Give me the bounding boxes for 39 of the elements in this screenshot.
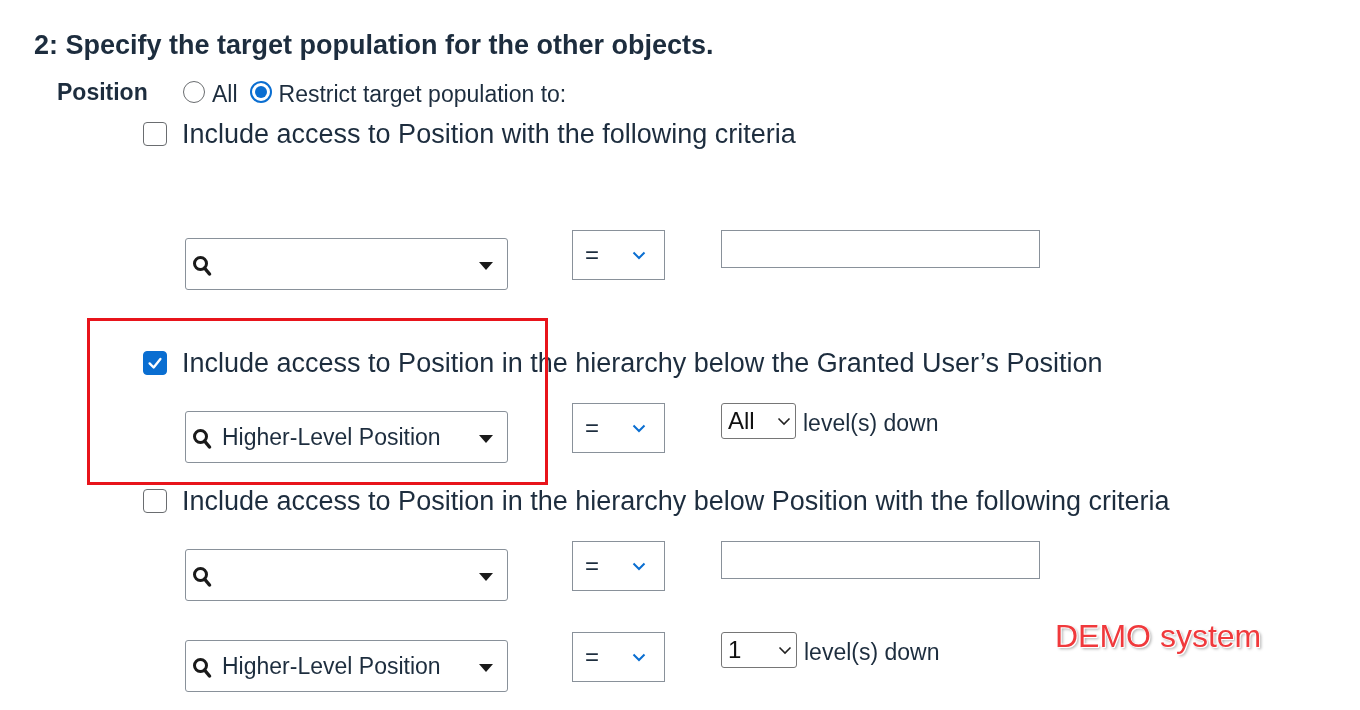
operator-dropdown[interactable]: = (572, 632, 665, 682)
search-icon (192, 255, 212, 277)
section-heading: 2: Specify the target population for the other objects. (34, 30, 715, 60)
radio-label[interactable]: Restrict target population to: (278, 76, 567, 108)
levels-suffix: level(s) down (804, 638, 940, 667)
levels-dropdown[interactable]: 1 (721, 632, 797, 668)
demo-annotation: DEMO system (1055, 618, 1262, 655)
chevron-icon (632, 423, 646, 433)
levels-suffix: level(s) down (803, 409, 939, 438)
field-combobox[interactable] (185, 238, 508, 290)
levels-dropdown[interactable]: All (721, 403, 796, 439)
checkbox[interactable] (143, 351, 167, 375)
field-combobox[interactable] (185, 549, 508, 601)
search-icon (192, 566, 212, 588)
search-icon (192, 657, 212, 679)
value-input[interactable] (721, 541, 1040, 579)
field-combobox[interactable]: Higher-Level Position (185, 411, 508, 463)
chevron-icon (778, 645, 792, 655)
caret-icon (479, 262, 493, 270)
caret-icon (479, 435, 493, 443)
caret-icon (479, 664, 493, 672)
operator-dropdown[interactable]: = (572, 230, 665, 280)
search-icon (192, 428, 212, 450)
chevron-icon (632, 652, 646, 662)
checkbox[interactable] (143, 122, 167, 146)
value-input[interactable] (721, 230, 1040, 268)
radio-button[interactable] (249, 81, 272, 103)
checkbox-label[interactable]: Include access to Position with the following criteria (182, 118, 796, 150)
checkbox[interactable] (143, 489, 167, 513)
chevron-icon (632, 561, 646, 571)
operator-dropdown[interactable]: = (572, 541, 665, 591)
object-label: Position (57, 78, 149, 106)
caret-icon (479, 573, 493, 581)
field-combobox[interactable]: Higher-Level Position (185, 640, 508, 692)
checkbox-label[interactable]: Include access to Position in the hierarchy below Position with the following criteria (182, 485, 1170, 517)
operator-dropdown[interactable]: = (572, 403, 665, 453)
chevron-icon (632, 250, 646, 260)
chevron-icon (777, 416, 791, 426)
radio-label[interactable]: All (212, 76, 238, 108)
